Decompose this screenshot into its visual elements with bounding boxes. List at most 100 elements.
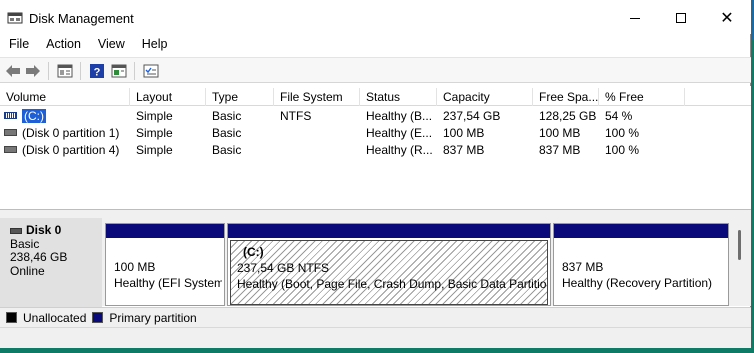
disk-management-app-icon (7, 12, 23, 24)
desktop-background-bottom (0, 348, 754, 353)
title-bar[interactable]: Disk Management ✕ (0, 0, 751, 34)
minimize-icon (630, 17, 640, 19)
close-icon: ✕ (720, 10, 734, 27)
volume-free-space: 100 MB (539, 126, 581, 140)
partition-efi[interactable]: 100 MB Healthy (EFI System (105, 223, 225, 306)
volume-type: Basic (212, 109, 242, 123)
volume-row-partition-1[interactable]: (Disk 0 partition 1) Simple Basic Health… (0, 124, 751, 141)
column-layout[interactable]: Layout (130, 88, 206, 106)
volume-status: Healthy (B... (366, 109, 433, 123)
partition-status: Healthy (EFI System (114, 276, 222, 290)
unallocated-swatch (6, 312, 17, 323)
back-button[interactable] (4, 62, 22, 80)
column-percent-free[interactable]: % Free (599, 88, 685, 106)
volume-free-space: 128,25 GB (539, 109, 597, 123)
properties-button[interactable] (110, 62, 128, 80)
partition-size: 100 MB (114, 260, 156, 274)
column-file-system[interactable]: File System (274, 88, 360, 106)
volume-status: Healthy (E... (366, 126, 433, 140)
volume-icon (4, 112, 17, 119)
partition-recovery[interactable]: 837 MB Healthy (Recovery Partition) (553, 223, 729, 306)
volume-layout: Simple (136, 143, 173, 157)
volume-name: (Disk 0 partition 4) (22, 143, 120, 157)
svg-text:?: ? (94, 67, 101, 79)
help-icon: ? (90, 64, 104, 79)
checklist-button[interactable] (142, 62, 160, 80)
volume-row-c[interactable]: (C:) Simple Basic NTFS Healthy (B... 237… (0, 107, 751, 124)
partition-status: Healthy (Recovery Partition) (562, 276, 713, 290)
menu-view[interactable]: View (89, 35, 133, 55)
checklist-icon (143, 64, 159, 78)
primary-partition-bar (106, 224, 224, 238)
volume-percent-free: 54 % (605, 109, 633, 123)
disk-0-label[interactable]: Disk 0 Basic 238,46 GB Online (0, 218, 102, 314)
legend: Unallocated Primary partition (0, 307, 751, 327)
volume-icon (4, 146, 17, 153)
partition-info: (C:) 237,54 GB NTFS Healthy (Boot, Page … (230, 240, 548, 305)
close-button[interactable]: ✕ (704, 4, 750, 32)
primary-partition-bar (554, 224, 728, 238)
window-title: Disk Management (29, 11, 134, 26)
volume-row-partition-4[interactable]: (Disk 0 partition 4) Simple Basic Health… (0, 141, 751, 158)
toolbar-separator (48, 62, 49, 80)
legend-primary-partition: Primary partition (109, 310, 197, 325)
column-capacity[interactable]: Capacity (437, 88, 533, 106)
column-volume[interactable]: Volume (0, 88, 130, 106)
disk-name: Disk 0 (10, 223, 102, 238)
help-button[interactable]: ? (88, 62, 106, 80)
maximize-icon (676, 13, 686, 23)
menu-file[interactable]: File (0, 35, 37, 55)
volume-icon (4, 129, 17, 136)
column-free-space[interactable]: Free Spa... (533, 88, 599, 106)
disk-view-scrollbar-thumb[interactable] (738, 230, 741, 260)
volume-name: (C:) (22, 109, 46, 123)
toolbar-separator (134, 62, 135, 80)
toolbar-separator (80, 62, 81, 80)
volume-percent-free: 100 % (605, 143, 640, 157)
column-type[interactable]: Type (206, 88, 274, 106)
partition-title: (C:) (243, 245, 264, 259)
volume-layout: Simple (136, 126, 173, 140)
show-hide-console-tree-button[interactable] (56, 62, 74, 80)
properties-icon (111, 64, 127, 78)
toolbar: ? (0, 57, 751, 83)
menu-bar: File Action View Help (0, 35, 176, 55)
volume-capacity: 100 MB (443, 126, 485, 140)
partition-info: 100 MB Healthy (EFI System (108, 240, 222, 305)
volume-capacity: 837 MB (443, 143, 485, 157)
volume-status: Healthy (R... (366, 143, 433, 157)
partition-size: 237,54 GB NTFS (237, 261, 330, 275)
partition-size: 837 MB (562, 260, 604, 274)
volume-list-header: Volume Layout Type File System Status Ca… (0, 88, 751, 106)
disk-state: Online (10, 263, 45, 278)
disk-management-window: Disk Management ✕ File Action View Help … (0, 0, 751, 348)
legend-unallocated: Unallocated (23, 310, 87, 325)
menu-help[interactable]: Help (133, 35, 176, 55)
column-status[interactable]: Status (360, 88, 437, 106)
maximize-button[interactable] (658, 4, 704, 32)
forward-arrow-icon (26, 65, 40, 77)
partition-c[interactable]: (C:) 237,54 GB NTFS Healthy (Boot, Page … (227, 223, 551, 306)
volume-capacity: 237,54 GB (443, 109, 501, 123)
volume-name: (Disk 0 partition 1) (22, 126, 120, 140)
back-arrow-icon (6, 65, 20, 77)
minimize-button[interactable] (612, 4, 658, 32)
menu-action[interactable]: Action (37, 35, 89, 55)
volume-percent-free: 100 % (605, 126, 640, 140)
status-bar (0, 327, 751, 348)
primary-partition-swatch (92, 312, 104, 323)
forward-button[interactable] (24, 62, 42, 80)
volume-list: Volume Layout Type File System Status Ca… (0, 86, 751, 210)
volume-type: Basic (212, 143, 242, 157)
partition-info: 837 MB Healthy (Recovery Partition) (556, 240, 726, 305)
console-tree-icon (57, 64, 73, 78)
disk-drive-icon (10, 227, 22, 234)
volume-file-system: NTFS (280, 109, 312, 123)
disk-type: Basic (10, 236, 40, 251)
volume-free-space: 837 MB (539, 143, 581, 157)
primary-partition-bar (228, 224, 550, 238)
volume-type: Basic (212, 126, 242, 140)
volume-layout: Simple (136, 109, 173, 123)
volume-list-scrollbar[interactable] (737, 86, 751, 210)
partition-status: Healthy (Boot, Page File, Crash Dump, Ba… (237, 277, 548, 291)
